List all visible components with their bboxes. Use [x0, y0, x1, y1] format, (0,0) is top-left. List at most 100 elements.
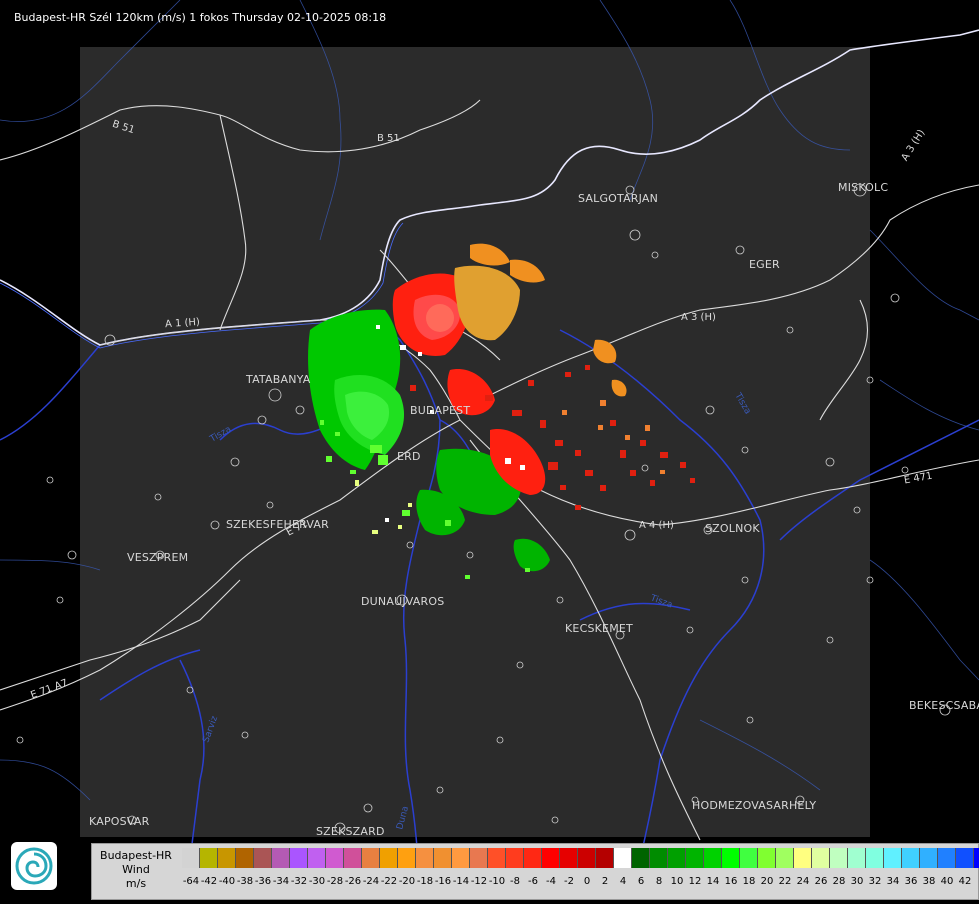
legend-swatch	[884, 848, 902, 868]
city-label: KAPOSVAR	[89, 815, 150, 828]
legend-tick-label: -2	[564, 876, 574, 887]
legend-tick-label: 12	[688, 876, 702, 887]
legend-tick-label: 20	[760, 876, 774, 887]
legend-swatches	[182, 848, 979, 868]
legend-swatch	[596, 848, 614, 868]
legend-tick-label: 22	[778, 876, 792, 887]
legend-tick-label: 2	[601, 876, 609, 887]
legend-tick-label: 8	[655, 876, 663, 887]
city-label: SALGOTARJAN	[578, 192, 659, 205]
legend-tick-label: -12	[470, 876, 488, 887]
legend-swatch	[326, 848, 344, 868]
legend-swatch	[920, 848, 938, 868]
legend-swatch	[254, 848, 272, 868]
legend-swatch	[578, 848, 596, 868]
city-label: DUNAUJVAROS	[361, 595, 445, 608]
legend-tick-label: -30	[308, 876, 326, 887]
legend-swatch	[812, 848, 830, 868]
legend-swatch	[974, 848, 979, 868]
city-label: HODMEZOVASARHELY	[692, 799, 817, 812]
legend-swatch	[398, 848, 416, 868]
legend-tick-label: 42	[958, 876, 972, 887]
legend-tick-label: -24	[362, 876, 380, 887]
legend-unit: m/s	[125, 877, 147, 890]
legend-tick-label: -14	[452, 876, 470, 887]
legend-tick-label: -10	[488, 876, 506, 887]
city-label: ERD	[397, 450, 421, 463]
legend-tick-label: 6	[637, 876, 645, 887]
legend-tick-label: -42	[200, 876, 218, 887]
city-label: VESZPREM	[127, 551, 189, 564]
legend-tick-label: 24	[796, 876, 810, 887]
road-label: B 51	[377, 133, 400, 144]
legend-swatch	[236, 848, 254, 868]
legend-swatch	[182, 848, 200, 868]
legend-tick-label: 36	[904, 876, 918, 887]
legend-swatch	[542, 848, 560, 868]
legend-tick-label: -4	[546, 876, 556, 887]
city-label: SZOLNOK	[705, 522, 760, 535]
legend-tick-label: 14	[706, 876, 720, 887]
legend-swatch	[758, 848, 776, 868]
legend-swatch	[272, 848, 290, 868]
legend-quantity: Wind	[122, 863, 150, 876]
legend-swatch	[704, 848, 722, 868]
city-label: SZEKESFEHERVAR	[226, 518, 329, 531]
legend-swatch	[344, 848, 362, 868]
legend-swatch	[416, 848, 434, 868]
legend-swatch	[560, 848, 578, 868]
legend-tick-label: 26	[814, 876, 828, 887]
legend-swatch	[866, 848, 884, 868]
legend-tick-label: 10	[670, 876, 684, 887]
legend-swatch	[938, 848, 956, 868]
legend-tick-label: -64	[182, 876, 200, 887]
legend-swatch	[650, 848, 668, 868]
legend-ticks: -64 -42 -40 -38 -36 -34 -32 -30 -28 -26 -24 -22 -20-…	[182, 876, 974, 890]
legend-swatch	[380, 848, 398, 868]
legend-tick-label: -38	[236, 876, 254, 887]
legend-tick-label: 38	[922, 876, 936, 887]
legend-swatch	[902, 848, 920, 868]
legend-swatch	[218, 848, 236, 868]
legend-tick-label: -22	[380, 876, 398, 887]
legend-tick-label: -8	[510, 876, 520, 887]
legend-swatch	[848, 848, 866, 868]
legend-labels: Budapest-HR Wind m/s	[92, 844, 180, 904]
legend-swatch	[830, 848, 848, 868]
legend-tick-label: 16	[724, 876, 738, 887]
legend-tick-label: -36	[254, 876, 272, 887]
city-label: EGER	[749, 258, 780, 271]
legend-swatch	[506, 848, 524, 868]
legend-tick-label: -40	[218, 876, 236, 887]
legend-swatch	[362, 848, 380, 868]
legend-swatch	[470, 848, 488, 868]
city-label: BEKESCSABA	[909, 699, 979, 712]
legend-swatch	[290, 848, 308, 868]
legend-swatch	[686, 848, 704, 868]
city-label: SZEKSZARD	[316, 825, 385, 838]
legend-swatch	[434, 848, 452, 868]
color-legend: Budapest-HR Wind m/s -64 -42 -40 -38 -36 -34-…	[91, 843, 979, 900]
legend-tick-label: -34	[272, 876, 290, 887]
legend-tick-label: -20	[398, 876, 416, 887]
legend-swatch	[794, 848, 812, 868]
legend-swatch	[200, 848, 218, 868]
legend-tick-label: -26	[344, 876, 362, 887]
legend-tick-label: -18	[416, 876, 434, 887]
city-label: MISKOLC	[838, 181, 889, 194]
legend-tick-label: -28	[326, 876, 344, 887]
legend-tick-label: 34	[886, 876, 900, 887]
road-label: A 4 (H)	[639, 520, 674, 531]
legend-tick-label: -6	[528, 876, 538, 887]
road-label: A 3 (H)	[681, 312, 716, 323]
legend-tick-label: 0	[583, 876, 591, 887]
legend-tick-label: 32	[868, 876, 882, 887]
legend-swatch	[722, 848, 740, 868]
legend-tick-label: 30	[850, 876, 864, 887]
omsz-logo	[11, 842, 57, 890]
legend-swatch	[524, 848, 542, 868]
legend-tick-label: 28	[832, 876, 846, 887]
legend-swatch	[488, 848, 506, 868]
legend-station: Budapest-HR	[100, 849, 172, 862]
radar-map[interactable]: Tisza Sarviz Duna Tisza Tisza	[0, 0, 979, 900]
